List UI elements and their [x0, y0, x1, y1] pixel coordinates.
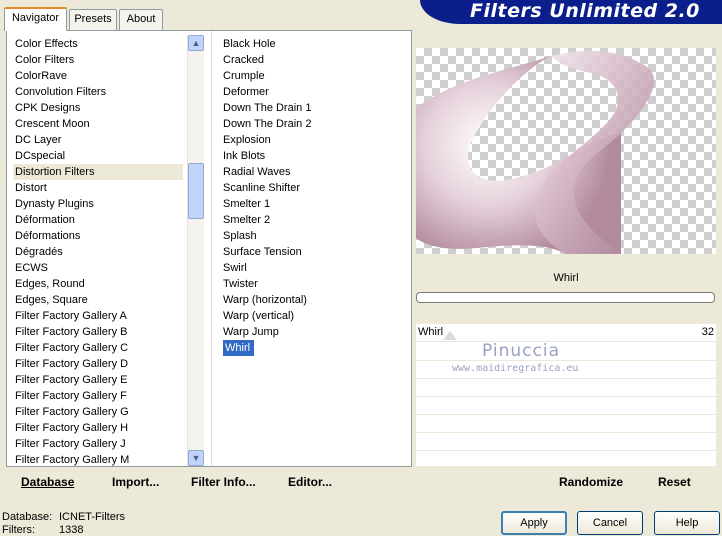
filter-list[interactable]: Black Hole Cracked Crumple Deformer Down The…	[221, 36, 401, 356]
category-item[interactable]: Filter Factory Gallery D	[13, 356, 183, 372]
filter-item[interactable]: Twister	[221, 276, 401, 292]
filter-item[interactable]: Crumple	[221, 68, 401, 84]
watermark-url: www.maidiregrafica.eu	[452, 363, 579, 374]
selected-filter-label: Whirl	[223, 340, 255, 356]
whirl-slider[interactable]: Whirl 32	[416, 324, 716, 342]
filter-item[interactable]: Down The Drain 2	[221, 116, 401, 132]
category-item[interactable]: DCspecial	[13, 148, 183, 164]
category-item[interactable]: ECWS	[13, 260, 183, 276]
database-command[interactable]: Database	[21, 475, 74, 489]
editor-command[interactable]: Editor...	[288, 475, 332, 489]
slider-thumb[interactable]	[443, 331, 457, 340]
category-item[interactable]: Distort	[13, 180, 183, 196]
filter-item[interactable]: Down The Drain 1	[221, 100, 401, 116]
category-item[interactable]: Crescent Moon	[13, 116, 183, 132]
filter-item[interactable]: Explosion	[221, 132, 401, 148]
filter-item[interactable]: Smelter 1	[221, 196, 401, 212]
filter-item[interactable]: Ink Blots	[221, 148, 401, 164]
category-item[interactable]: Déformations	[13, 228, 183, 244]
category-item[interactable]: Filter Factory Gallery H	[13, 420, 183, 436]
filter-item[interactable]: Scanline Shifter	[221, 180, 401, 196]
filter-item[interactable]: Whirl	[221, 340, 401, 356]
category-item[interactable]: Convolution Filters	[13, 84, 183, 100]
scroll-up-button[interactable]: ▲	[188, 35, 204, 51]
filter-item[interactable]: Smelter 2	[221, 212, 401, 228]
category-item[interactable]: Filter Factory Gallery J	[13, 436, 183, 452]
empty-slider-row	[416, 433, 716, 451]
preview-image	[416, 48, 716, 254]
status-database-value: ICNET-Filters	[59, 511, 125, 523]
filter-item[interactable]: Radial Waves	[221, 164, 401, 180]
filter-item[interactable]: Warp (horizontal)	[221, 292, 401, 308]
status-database-label: Database:	[2, 511, 53, 523]
preview-filter-name: Whirl	[553, 272, 579, 284]
category-item[interactable]: Filter Factory Gallery E	[13, 372, 183, 388]
category-item[interactable]: CPK Designs	[13, 100, 183, 116]
empty-slider-row	[416, 397, 716, 415]
category-item[interactable]: Edges, Round	[13, 276, 183, 292]
category-item[interactable]: Edges, Square	[13, 292, 183, 308]
slider-value: 32	[701, 326, 714, 338]
filter-info-command[interactable]: Filter Info...	[191, 475, 256, 489]
category-item[interactable]: DC Layer	[13, 132, 183, 148]
empty-slider-row	[416, 451, 716, 469]
filter-item[interactable]: Splash	[221, 228, 401, 244]
category-item[interactable]: Filter Factory Gallery B	[13, 324, 183, 340]
scroll-thumb[interactable]	[188, 163, 204, 219]
database-command-label: Database	[21, 475, 75, 489]
import-command[interactable]: Import...	[112, 475, 159, 489]
progress-bar	[416, 292, 715, 303]
category-item[interactable]: Filter Factory Gallery A	[13, 308, 183, 324]
navigator-panel: Color Effects Color Filters ColorRave Convo…	[6, 30, 412, 467]
filter-item[interactable]: Surface Tension	[221, 244, 401, 260]
help-button[interactable]: Help	[654, 511, 720, 535]
category-item[interactable]: Filter Factory Gallery M	[13, 452, 183, 468]
category-item[interactable]: Dynasty Plugins	[13, 196, 183, 212]
slider-label: Whirl	[418, 326, 444, 338]
empty-slider-row	[416, 343, 716, 361]
status-filters-label: Filters:	[2, 524, 35, 536]
filter-item[interactable]: Deformer	[221, 84, 401, 100]
category-item[interactable]: Distortion Filters	[13, 164, 183, 180]
parameter-area: Whirl 32	[416, 324, 716, 466]
category-item[interactable]: Déformation	[13, 212, 183, 228]
category-item[interactable]: Filter Factory Gallery F	[13, 388, 183, 404]
randomize-command[interactable]: Randomize	[559, 475, 623, 489]
filter-item[interactable]: Warp (vertical)	[221, 308, 401, 324]
category-item[interactable]: Dégradés	[13, 244, 183, 260]
watermark-name: Pinuccia	[482, 341, 560, 361]
filter-item[interactable]: Warp Jump	[221, 324, 401, 340]
category-scrollbar[interactable]: ▲ ▼	[187, 35, 204, 466]
category-item[interactable]: Color Filters	[13, 52, 183, 68]
tab-navigator[interactable]: Navigator	[4, 7, 67, 31]
reset-command[interactable]: Reset	[658, 475, 691, 489]
tab-presets[interactable]: Presets	[69, 9, 117, 30]
apply-button[interactable]: Apply	[501, 511, 567, 535]
empty-slider-row	[416, 379, 716, 397]
filter-item[interactable]: Black Hole	[221, 36, 401, 52]
empty-slider-row	[416, 415, 716, 433]
list-divider	[211, 31, 212, 466]
tab-about[interactable]: About	[119, 9, 163, 30]
category-item[interactable]: ColorRave	[13, 68, 183, 84]
cancel-button[interactable]: Cancel	[577, 511, 643, 535]
category-list[interactable]: Color Effects Color Filters ColorRave Convo…	[13, 36, 183, 468]
app-title: Filters Unlimited 2.0	[420, 0, 722, 24]
category-item[interactable]: Filter Factory Gallery C	[13, 340, 183, 356]
status-filters-value: 1338	[59, 524, 84, 536]
scroll-down-button[interactable]: ▼	[188, 450, 204, 466]
category-item[interactable]: Filter Factory Gallery G	[13, 404, 183, 420]
filter-item[interactable]: Swirl	[221, 260, 401, 276]
filter-item[interactable]: Cracked	[221, 52, 401, 68]
category-item[interactable]: Color Effects	[13, 36, 183, 52]
